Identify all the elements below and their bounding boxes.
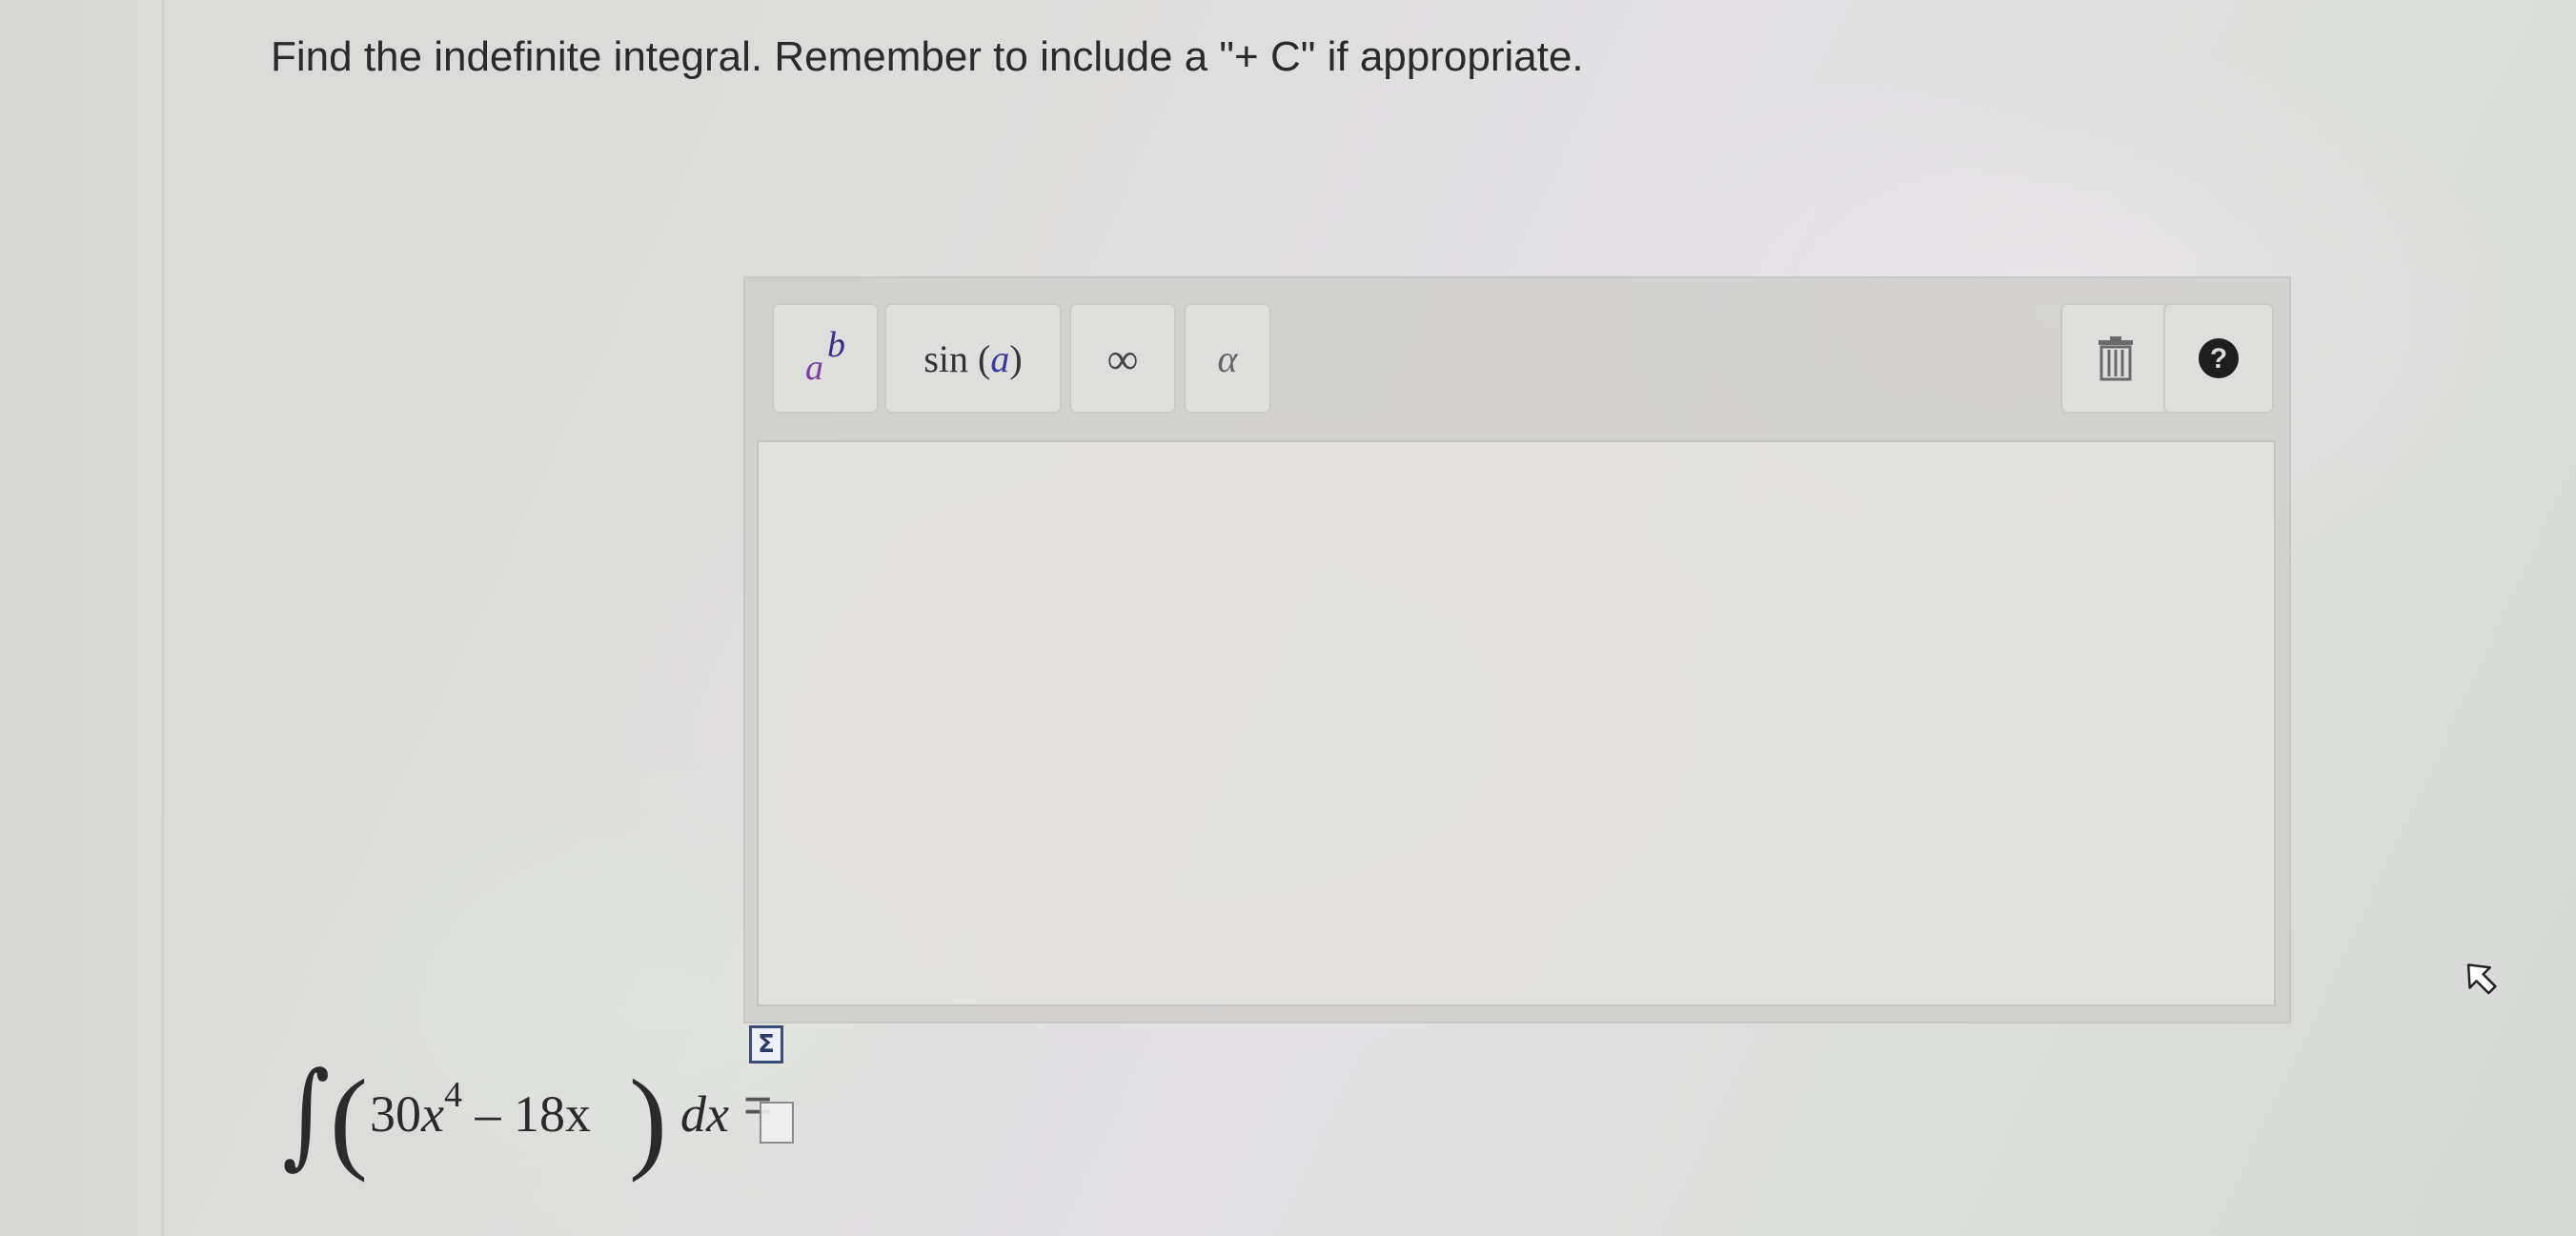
integrand: 30x4 – 18x (370, 1075, 591, 1144)
sin-argument: a (990, 336, 1010, 380)
sum-icon[interactable]: Σ (749, 1025, 783, 1064)
exponent-button[interactable]: ab (772, 303, 879, 414)
svg-text:?: ? (2210, 343, 2227, 375)
mouse-cursor-icon (2466, 963, 2497, 995)
clear-button[interactable] (2060, 303, 2171, 414)
greek-letters-button[interactable]: α (1184, 303, 1271, 414)
left-panel-edge (0, 0, 164, 1236)
open-paren: ( (330, 1056, 368, 1183)
sin-open-paren: ( (978, 336, 991, 380)
integrand-variable: x (421, 1085, 444, 1143)
math-answer-editor: ab sin (a) ∞ α ? (743, 276, 2291, 1023)
answer-placeholder-box[interactable] (760, 1102, 794, 1144)
close-paren: ) (629, 1056, 667, 1183)
integrand-coefficient: 30 (370, 1085, 421, 1143)
answer-input-area[interactable] (757, 440, 2276, 1006)
integrand-rest: – 18x (461, 1085, 591, 1143)
alpha-icon: α (1217, 336, 1238, 380)
integral-expression: ∫ ( 30x4 – 18x ) dx = (276, 1048, 810, 1201)
sin-close-paren: ) (1009, 336, 1023, 380)
question-instruction: Find the indefinite integral. Remember t… (271, 33, 1584, 80)
exponent-superscript: b (827, 325, 845, 365)
sin-button[interactable]: sin (a) (884, 303, 1062, 414)
infinity-button[interactable]: ∞ (1069, 303, 1176, 414)
sum-glyph: Σ (758, 1030, 775, 1059)
help-button[interactable]: ? (2163, 303, 2274, 414)
math-toolbar: ab sin (a) ∞ α ? (745, 278, 2289, 440)
differential: dx (680, 1085, 729, 1143)
trash-icon (2099, 336, 2133, 381)
infinity-icon: ∞ (1106, 334, 1139, 383)
exponent-base: a (805, 348, 823, 388)
integral-sign: ∫ (282, 1048, 331, 1181)
sin-label: sin (923, 336, 969, 380)
help-icon: ? (2199, 338, 2239, 378)
integrand-power: 4 (443, 1075, 462, 1115)
